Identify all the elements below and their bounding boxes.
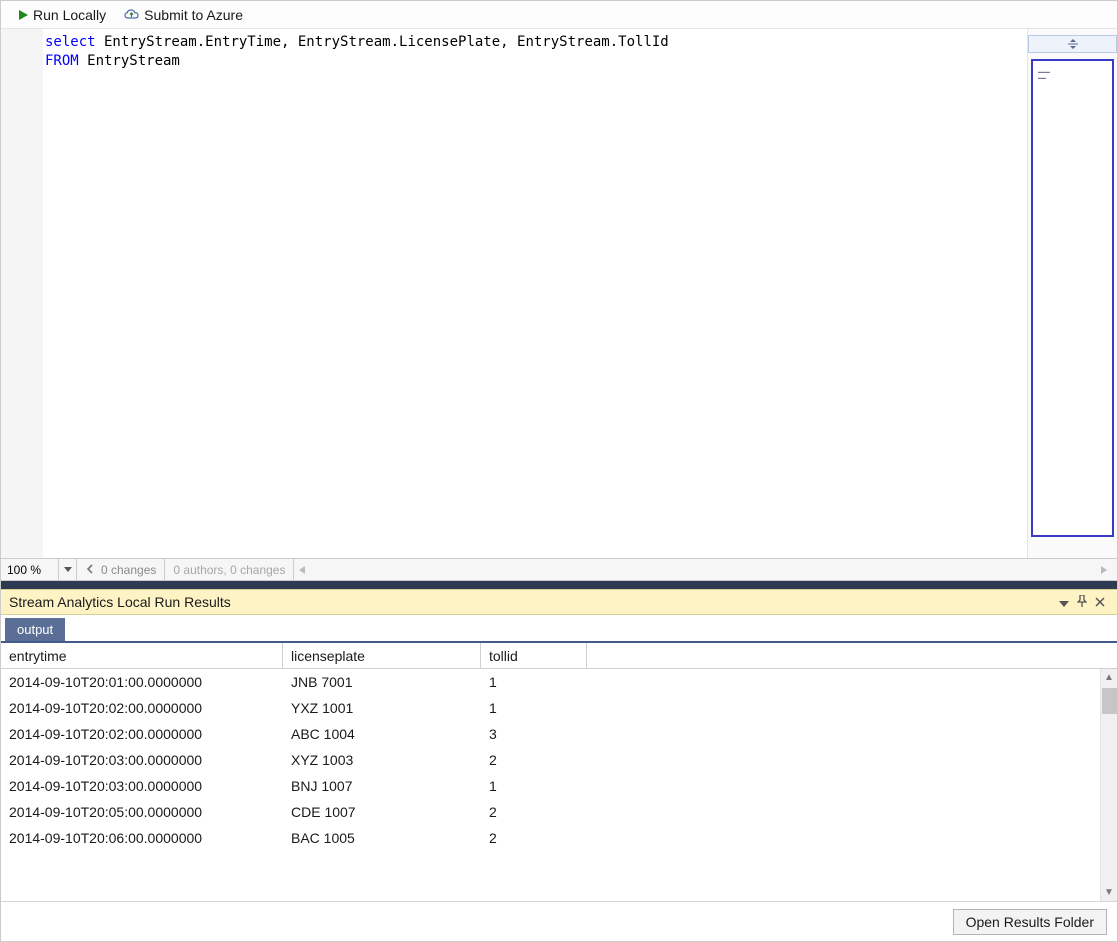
table-row[interactable]: 2014-09-10T20:02:00.0000000 ABC 1004 3 — [1, 721, 1117, 747]
scroll-right-arrow[interactable] — [1101, 563, 1117, 577]
vertical-scrollbar[interactable]: ▲ ▼ — [1100, 669, 1117, 901]
cell-entrytime: 2014-09-10T20:01:00.0000000 — [1, 674, 283, 690]
table-row[interactable]: 2014-09-10T20:06:00.0000000 BAC 1005 2 — [1, 825, 1117, 851]
play-icon — [17, 9, 29, 21]
table-row[interactable]: 2014-09-10T20:03:00.0000000 XYZ 1003 2 — [1, 747, 1117, 773]
run-locally-label: Run Locally — [33, 7, 106, 23]
cell-entrytime: 2014-09-10T20:05:00.0000000 — [1, 804, 283, 820]
cell-licenseplate: XYZ 1003 — [283, 752, 481, 768]
editor-status-strip: 100 % 0 changes 0 authors, 0 changes — [1, 559, 1117, 581]
close-icon[interactable] — [1091, 594, 1109, 610]
panel-separator — [1, 581, 1117, 589]
code-editor-area: select EntryStream.EntryTime, EntryStrea… — [1, 29, 1117, 559]
changes-count-label: 0 changes — [101, 563, 156, 577]
cloud-upload-icon — [124, 9, 140, 21]
keyword-from: FROM — [45, 53, 79, 69]
chevron-left-icon — [85, 563, 95, 577]
cell-entrytime: 2014-09-10T20:03:00.0000000 — [1, 778, 283, 794]
panel-options-icon[interactable] — [1055, 594, 1073, 610]
cell-tollid: 2 — [481, 752, 587, 768]
code-line1-rest: EntryStream.EntryTime, EntryStream.Licen… — [96, 34, 669, 50]
table-row[interactable]: 2014-09-10T20:03:00.0000000 BNJ 1007 1 — [1, 773, 1117, 799]
cell-tollid: 2 — [481, 804, 587, 820]
scrollbar-thumb[interactable] — [1102, 688, 1117, 714]
results-panel-header: Stream Analytics Local Run Results — [1, 589, 1117, 615]
minimap-preview: ▬▬▬ ▬▬ — [1038, 69, 1050, 81]
editor-minimap[interactable]: ▬▬▬ ▬▬ — [1027, 29, 1117, 558]
zoom-level[interactable]: 100 % — [1, 559, 59, 580]
cell-licenseplate: JNB 7001 — [283, 674, 481, 690]
minimap-viewport[interactable] — [1031, 59, 1114, 537]
open-results-folder-button[interactable]: Open Results Folder — [953, 909, 1107, 935]
grid-body: 2014-09-10T20:01:00.0000000 JNB 7001 1 2… — [1, 669, 1117, 901]
keyword-select: select — [45, 34, 96, 50]
editor-gutter — [1, 29, 43, 558]
results-tabs: output — [1, 615, 1117, 643]
results-grid: entrytime licenseplate tollid 2014-09-10… — [1, 643, 1117, 901]
pin-icon[interactable] — [1073, 594, 1091, 610]
cell-tollid: 2 — [481, 830, 587, 846]
cell-entrytime: 2014-09-10T20:02:00.0000000 — [1, 726, 283, 742]
run-locally-button[interactable]: Run Locally — [11, 5, 112, 25]
column-header-tollid[interactable]: tollid — [481, 643, 587, 668]
scroll-up-arrow-icon[interactable]: ▲ — [1101, 669, 1117, 686]
split-handle[interactable] — [1028, 35, 1117, 53]
scroll-left-arrow[interactable] — [294, 559, 310, 580]
cell-entrytime: 2014-09-10T20:06:00.0000000 — [1, 830, 283, 846]
scroll-down-arrow-icon[interactable]: ▼ — [1101, 884, 1117, 901]
zoom-dropdown[interactable] — [59, 559, 77, 580]
column-header-licenseplate[interactable]: licenseplate — [283, 643, 481, 668]
authors-indicator[interactable]: 0 authors, 0 changes — [165, 559, 294, 580]
table-row[interactable]: 2014-09-10T20:01:00.0000000 JNB 7001 1 — [1, 669, 1117, 695]
cell-licenseplate: BAC 1005 — [283, 830, 481, 846]
cell-entrytime: 2014-09-10T20:03:00.0000000 — [1, 752, 283, 768]
cell-tollid: 1 — [481, 674, 587, 690]
results-panel-title: Stream Analytics Local Run Results — [9, 594, 1055, 610]
cell-licenseplate: YXZ 1001 — [283, 700, 481, 716]
cell-licenseplate: ABC 1004 — [283, 726, 481, 742]
code-line2-rest: EntryStream — [79, 53, 180, 69]
submit-to-azure-label: Submit to Azure — [144, 7, 243, 23]
submit-to-azure-button[interactable]: Submit to Azure — [118, 5, 249, 25]
editor-toolbar: Run Locally Submit to Azure — [1, 1, 1117, 29]
column-header-entrytime[interactable]: entrytime — [1, 643, 283, 668]
grid-header-row: entrytime licenseplate tollid — [1, 643, 1117, 669]
changes-indicator[interactable]: 0 changes — [77, 559, 165, 580]
cell-entrytime: 2014-09-10T20:02:00.0000000 — [1, 700, 283, 716]
table-row[interactable]: 2014-09-10T20:05:00.0000000 CDE 1007 2 — [1, 799, 1117, 825]
cell-tollid: 3 — [481, 726, 587, 742]
tab-output[interactable]: output — [5, 618, 65, 641]
cell-tollid: 1 — [481, 700, 587, 716]
table-row[interactable]: 2014-09-10T20:02:00.0000000 YXZ 1001 1 — [1, 695, 1117, 721]
cell-tollid: 1 — [481, 778, 587, 794]
cell-licenseplate: CDE 1007 — [283, 804, 481, 820]
code-editor[interactable]: select EntryStream.EntryTime, EntryStrea… — [43, 29, 1027, 558]
results-footer: Open Results Folder — [1, 901, 1117, 941]
cell-licenseplate: BNJ 1007 — [283, 778, 481, 794]
